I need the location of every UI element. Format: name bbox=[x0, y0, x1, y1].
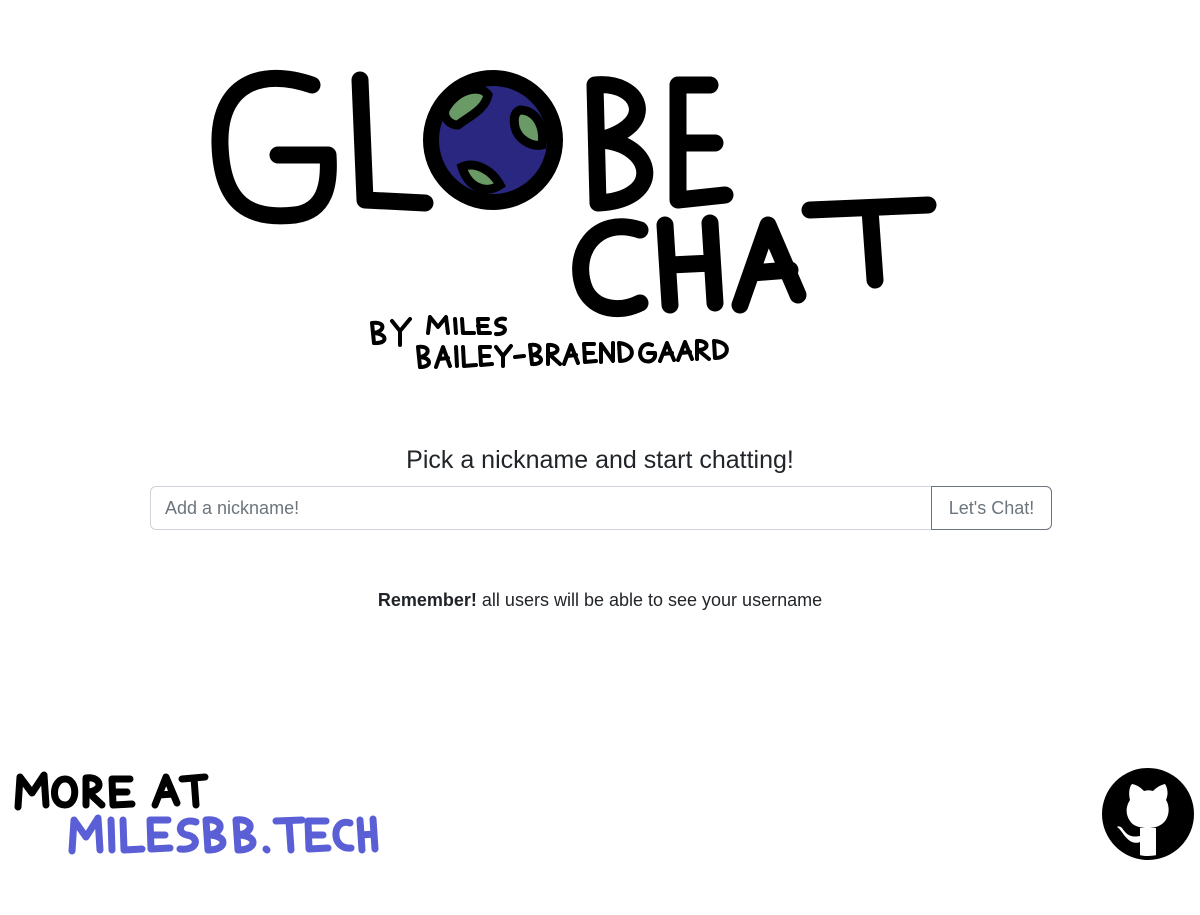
globe-chat-logo bbox=[200, 55, 950, 385]
logo-drawing bbox=[211, 69, 937, 369]
globe-icon bbox=[423, 70, 563, 210]
reminder-text: all users will be able to see your usern… bbox=[476, 590, 823, 610]
github-link[interactable] bbox=[1100, 766, 1196, 862]
page: Pick a nickname and start chatting! Let'… bbox=[0, 0, 1200, 915]
github-icon bbox=[1102, 768, 1194, 860]
milesbb-tech-label bbox=[68, 814, 379, 855]
reminder-bold: Remember! bbox=[377, 590, 477, 610]
nickname-input[interactable] bbox=[150, 486, 931, 530]
nickname-form: Let's Chat! bbox=[150, 486, 1052, 530]
byline-drawing bbox=[370, 315, 729, 369]
more-at-drawing bbox=[14, 771, 379, 855]
more-at-milesbb-link[interactable] bbox=[10, 765, 380, 865]
lets-chat-button[interactable]: Let's Chat! bbox=[931, 486, 1052, 530]
nickname-prompt: Pick a nickname and start chatting! bbox=[406, 446, 794, 474]
username-reminder: Remember! all users will be able to see … bbox=[0, 589, 1200, 611]
